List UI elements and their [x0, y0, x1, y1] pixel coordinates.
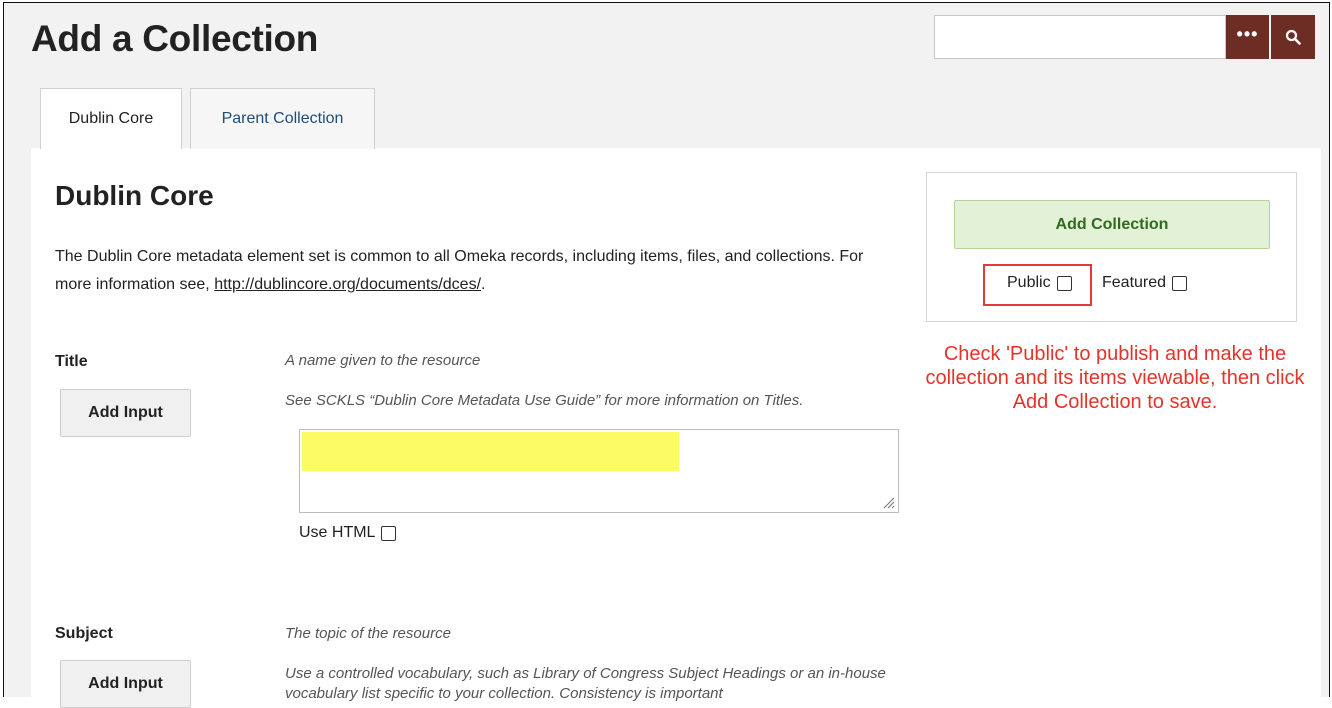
featured-option: Featured	[1102, 274, 1188, 292]
section-intro: The Dublin Core metadata element set is …	[55, 243, 875, 299]
intro-end: .	[481, 276, 486, 293]
featured-label: Featured	[1102, 274, 1167, 291]
public-option: Public	[1007, 274, 1072, 292]
subject-add-input-button[interactable]: Add Input	[60, 660, 191, 708]
public-checkbox[interactable]	[1056, 275, 1072, 291]
use-html-option: Use HTML	[299, 524, 397, 542]
annotation-callout: Check 'Public' to publish and make the c…	[925, 343, 1305, 413]
title-guide: See SCKLS “Dublin Core Metadata Use Guid…	[285, 392, 804, 409]
subject-field-label: Subject	[55, 625, 113, 642]
search-input[interactable]	[934, 15, 1226, 59]
tab-label: Parent Collection	[221, 110, 344, 127]
search-button[interactable]	[1271, 15, 1315, 59]
redacted-highlight	[302, 432, 679, 471]
tab-label: Dublin Core	[68, 110, 154, 127]
title-field-label: Title	[55, 353, 88, 370]
search-icon	[1285, 29, 1301, 45]
subject-guide: Use a controlled vocabulary, such as Lib…	[285, 665, 886, 702]
use-html-checkbox[interactable]	[381, 525, 397, 541]
dublin-core-link[interactable]: http://dublincore.org/documents/dces/	[214, 276, 481, 293]
public-label: Public	[1007, 274, 1051, 291]
title-textarea[interactable]	[299, 429, 899, 513]
more-options-icon: •••	[1236, 24, 1259, 44]
page-title: Add a Collection	[31, 18, 319, 59]
tab-dublin-core[interactable]: Dublin Core	[40, 88, 182, 149]
subject-description: The topic of the resource	[285, 625, 451, 642]
use-html-label: Use HTML	[299, 524, 376, 541]
title-description: A name given to the resource	[285, 352, 481, 369]
title-add-input-button[interactable]: Add Input	[60, 389, 191, 437]
advanced-search-button[interactable]: •••	[1226, 15, 1270, 59]
section-title: Dublin Core	[55, 180, 214, 211]
add-collection-button[interactable]: Add Collection	[954, 200, 1270, 249]
featured-checkbox[interactable]	[1172, 275, 1188, 291]
tab-parent-collection[interactable]: Parent Collection	[190, 88, 375, 149]
resize-handle-icon[interactable]	[882, 496, 895, 509]
